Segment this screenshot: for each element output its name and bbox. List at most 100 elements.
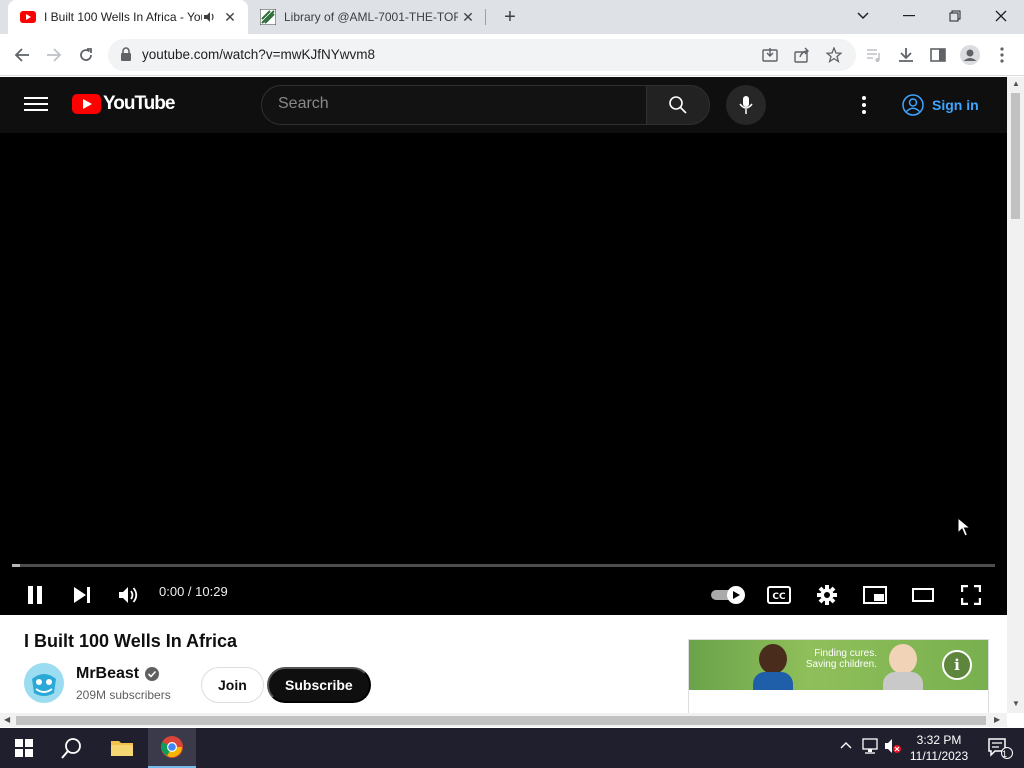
search-icon	[669, 96, 687, 114]
horizontal-scrollbar[interactable]: ◀ ▶	[0, 713, 1007, 727]
scroll-down-icon[interactable]: ▼	[1012, 699, 1020, 708]
search-icon	[61, 738, 81, 759]
windows-logo-icon	[15, 739, 33, 757]
tab-title: I Built 100 Wells In Africa - YouTube	[44, 10, 202, 24]
ad-info-icon[interactable]: i	[942, 650, 972, 680]
share-icon[interactable]	[792, 45, 812, 65]
tab-library[interactable]: Library of @AML-7001-THE-TORTURE ✕	[250, 0, 486, 34]
url-text[interactable]: youtube.com/watch?v=mwKJfNYwvm8	[142, 47, 375, 62]
channel-name-row[interactable]: MrBeast	[76, 665, 160, 683]
time-display: 0:00 / 10:29	[159, 584, 228, 599]
taskbar-search-button[interactable]	[48, 728, 96, 768]
vertical-scroll-thumb[interactable]	[1011, 93, 1020, 219]
search-button[interactable]	[646, 85, 710, 125]
channel-avatar[interactable]	[24, 663, 64, 703]
autoplay-toggle-icon	[711, 586, 745, 604]
start-button[interactable]	[0, 728, 48, 768]
sign-in-button[interactable]: Sign in	[896, 88, 991, 122]
ad-slogan-line: Saving children.	[805, 659, 877, 670]
new-tab-icon[interactable]: +	[498, 5, 522, 29]
verified-badge-icon	[145, 667, 160, 681]
tab-youtube[interactable]: I Built 100 Wells In Africa - YouTube ✕	[8, 0, 248, 34]
voice-search-button[interactable]	[726, 85, 766, 125]
close-tab-icon[interactable]: ✕	[220, 7, 240, 27]
captions-icon: CC	[767, 586, 791, 604]
side-panel-icon[interactable]	[922, 39, 954, 71]
tab-search-icon[interactable]	[840, 0, 886, 32]
windows-taskbar: 3:32 PM 11/11/2023 1	[0, 728, 1024, 768]
svg-text:CC: CC	[772, 592, 786, 602]
ad-banner[interactable]: Finding cures. Saving children. i	[689, 640, 988, 690]
ad-child-shirt	[883, 672, 923, 690]
autoplay-toggle[interactable]	[709, 577, 747, 613]
buffered-bar	[12, 564, 20, 567]
theater-mode-icon	[912, 588, 934, 602]
minimize-icon[interactable]	[886, 0, 932, 32]
chrome-taskbar-button[interactable]	[148, 728, 196, 768]
mute-button[interactable]	[111, 577, 147, 613]
miniplayer-button[interactable]	[857, 577, 893, 613]
sponsored-ad[interactable]: Finding cures. Saving children. i	[688, 639, 989, 713]
scroll-up-icon[interactable]: ▲	[1012, 79, 1020, 88]
video-player[interactable]: 0:00 / 10:29 CC	[0, 133, 1007, 615]
tab-title: Library of @AML-7001-THE-TORTURE	[284, 10, 458, 24]
skip-next-icon	[74, 587, 90, 603]
theater-mode-button[interactable]	[905, 577, 941, 613]
captions-button[interactable]: CC	[761, 577, 797, 613]
mrbeast-avatar-icon	[24, 663, 64, 703]
video-title: I Built 100 Wells In Africa	[24, 631, 238, 651]
subscribe-button[interactable]: Subscribe	[267, 667, 371, 703]
network-icon[interactable]	[862, 738, 880, 757]
menu-hamburger-icon[interactable]	[22, 93, 50, 117]
pause-icon	[28, 586, 42, 604]
youtube-logo[interactable]: YouTube	[72, 93, 175, 115]
channel-name[interactable]: MrBeast	[76, 665, 139, 683]
scroll-right-icon[interactable]: ▶	[994, 715, 1000, 724]
volume-muted-icon[interactable]	[884, 738, 902, 757]
bookmark-star-icon[interactable]	[824, 45, 844, 65]
join-button[interactable]: Join	[201, 667, 264, 703]
clock-date: 11/11/2023	[909, 749, 969, 763]
gear-icon	[817, 585, 837, 605]
browser-menu-icon[interactable]	[986, 39, 1018, 71]
library-favicon-icon	[260, 9, 276, 25]
profile-icon[interactable]	[954, 39, 986, 71]
downloads-icon[interactable]	[890, 39, 922, 71]
close-tab-icon[interactable]: ✕	[458, 7, 478, 27]
youtube-logo-text: YouTube	[103, 93, 175, 114]
browser-toolbar: youtube.com/watch?v=mwKJfNYwvm8	[0, 34, 1024, 76]
ad-child-photo	[759, 644, 787, 674]
install-app-icon[interactable]	[760, 45, 780, 65]
back-icon[interactable]	[6, 39, 38, 71]
fullscreen-button[interactable]	[953, 577, 989, 613]
next-button[interactable]	[64, 577, 100, 613]
action-center-button[interactable]: 1	[976, 728, 1024, 768]
tab-audio-icon[interactable]	[202, 10, 216, 24]
notification-count: 1	[1002, 749, 1008, 759]
horizontal-scroll-thumb[interactable]	[16, 716, 986, 725]
settings-button[interactable]	[809, 577, 845, 613]
progress-bar[interactable]	[12, 564, 995, 567]
restore-icon[interactable]	[932, 0, 978, 32]
lock-icon[interactable]	[120, 47, 132, 61]
forward-icon[interactable]	[38, 39, 70, 71]
ad-child-shirt	[753, 672, 793, 690]
chrome-icon	[161, 736, 183, 758]
settings-more-icon[interactable]	[852, 93, 876, 117]
fullscreen-icon	[961, 585, 981, 605]
media-control-icon[interactable]	[858, 39, 890, 71]
mouse-cursor-icon	[957, 517, 971, 537]
file-explorer-button[interactable]	[98, 728, 146, 768]
tray-overflow-icon[interactable]	[840, 738, 852, 752]
address-bar[interactable]: youtube.com/watch?v=mwKJfNYwvm8	[108, 39, 856, 71]
search-input[interactable]	[278, 95, 618, 113]
close-window-icon[interactable]	[978, 0, 1024, 32]
clock-time: 3:32 PM	[916, 733, 962, 747]
taskbar-clock[interactable]: 3:32 PM 11/11/2023	[906, 732, 972, 764]
pause-button[interactable]	[17, 577, 53, 613]
volume-icon	[119, 587, 138, 603]
scroll-left-icon[interactable]: ◀	[4, 715, 10, 724]
vertical-scrollbar[interactable]: ▲ ▼	[1007, 77, 1024, 713]
account-icon	[902, 94, 924, 116]
reload-icon[interactable]	[70, 39, 102, 71]
